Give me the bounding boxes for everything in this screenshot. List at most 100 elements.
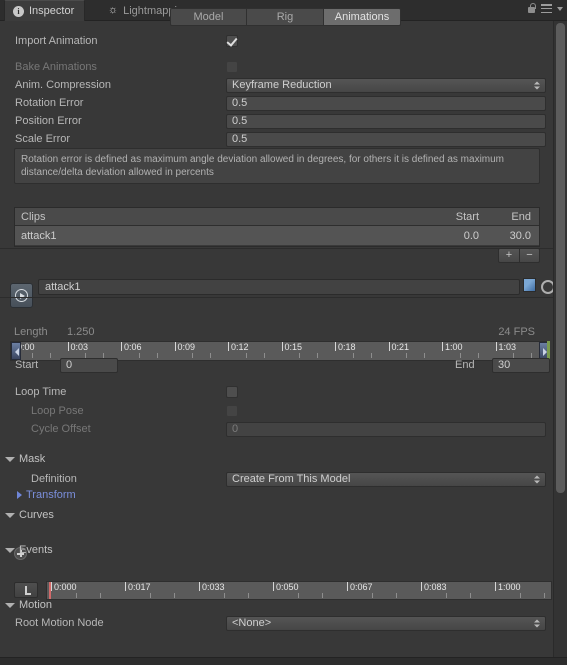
position-error-label: Position Error [15,115,82,127]
timeline-tick-label: 1:03 [498,342,517,352]
end-value: 30 [498,359,511,371]
scale-error-input[interactable]: 0.5 [226,131,546,147]
timeline-tick-label: 0:21 [391,342,410,352]
mask-title: Mask [19,453,46,465]
vertical-scrollbar[interactable] [553,21,567,665]
end-input[interactable]: 30 [492,357,550,373]
inspector-body: Import Animation Bake Animations Anim. C… [0,21,555,665]
remove-clip-button[interactable]: − [519,248,540,263]
import-animation-checkbox[interactable] [226,35,238,47]
events-tick-label: 0:033 [202,582,225,592]
root-motion-node-label: Root Motion Node [15,617,104,629]
row-cycle-offset: Cycle Offset 0 [0,420,553,438]
cycle-offset-input: 0 [226,421,546,437]
row-root-motion-node: Root Motion Node <None> [0,614,553,632]
timeline-fps-label: 24 FPS [498,326,535,338]
gear-icon[interactable] [540,279,555,294]
start-input[interactable]: 0 [60,357,118,373]
clip-start: 0.0 [463,229,479,242]
row-loop-pose: Loop Pose [0,402,553,420]
events-tick [199,582,200,591]
timeline-tick [388,342,390,351]
unity-inspector-window: i Inspector ☼ Lightmapping Model Rig Ani… [0,0,567,665]
chevron-down-icon [5,512,15,518]
timeline-tick [495,342,497,351]
events-minor-tick [149,593,151,598]
events-tick [125,582,126,591]
clips-header-start: Start [455,210,479,223]
timeline-tick [67,342,69,351]
timeline-tick-label: 0:03 [70,342,89,352]
events-minor-tick [100,593,102,598]
lock-icon[interactable] [527,3,536,14]
timeline-tick-label: 0:06 [124,342,142,352]
row-import-animation: Import Animation [0,32,553,50]
add-event-button[interactable] [14,582,38,598]
events-minor-tick [174,593,176,598]
clips-table: Clips Start End attack1 0.0 30.0 [14,207,540,247]
root-motion-node-value: <None> [232,617,272,629]
window-bottom-strip [0,657,567,665]
timeline-tick [174,342,176,351]
position-error-input[interactable]: 0.5 [226,113,546,129]
start-value: 0 [66,359,73,371]
position-error-value: 0.5 [232,115,248,127]
events-tick [51,582,52,591]
clips-add-remove-group: + − [498,248,540,263]
chevron-down-icon[interactable] [557,6,563,11]
events-minor-tick [470,593,472,598]
anim-compression-label: Anim. Compression [15,79,111,91]
events-minor-tick [371,593,373,598]
clip-name-value: attack1 [45,281,81,293]
anim-compression-dropdown[interactable]: Keyframe Reduction [226,77,546,93]
add-clip-button[interactable]: + [498,248,519,263]
row-bake-animations: Bake Animations [0,58,553,76]
clip-name-input[interactable]: attack1 [38,279,520,295]
rotation-error-input[interactable]: 0.5 [226,95,546,111]
events-tick-label: 0:017 [128,582,151,592]
events-tick-label: 0:050 [276,582,299,592]
events-minor-tick [519,593,521,598]
events-ruler[interactable]: 0:000 0:017 0:033 0:050 0:067 0:083 1:000 [46,581,552,600]
events-title: Events [19,544,53,556]
add-event-icon [25,585,30,595]
mask-definition-value: Create From This Model [232,473,351,485]
row-position-error: Position Error 0.5 [0,112,553,130]
foldout-events[interactable]: Events [5,544,53,556]
timeline-tick-label: 1:00 [445,342,463,352]
avatar-mask-icon[interactable] [523,278,536,292]
events-minor-tick [248,593,250,598]
hamburger-menu-icon[interactable] [541,4,552,13]
bake-animations-checkbox [226,61,238,73]
loop-pose-label: Loop Pose [31,405,84,417]
events-minor-tick [396,593,398,598]
foldout-mask[interactable]: Mask [5,453,45,465]
cycle-offset-value: 0 [232,423,239,435]
end-label: End [455,359,475,371]
events-minor-tick [223,593,225,598]
timeline-length-label: Length [14,326,48,338]
foldout-curves[interactable]: Curves [5,509,54,521]
chevron-down-icon [5,547,15,553]
scrollbar-thumb[interactable] [556,23,565,493]
rotation-error-label: Rotation Error [15,97,84,109]
root-motion-node-dropdown[interactable]: <None> [226,615,546,631]
foldout-motion[interactable]: Motion [5,599,52,611]
clips-table-header: Clips Start End [15,208,539,226]
play-icon [15,289,28,302]
mask-definition-dropdown[interactable]: Create From This Model [226,471,546,487]
foldout-transform[interactable]: Transform [17,489,76,501]
loop-time-checkbox[interactable] [226,386,238,398]
table-row[interactable]: attack1 0.0 30.0 [15,226,539,245]
timeline-tick [335,342,336,351]
tab-inspector[interactable]: i Inspector [4,0,86,21]
events-minor-tick [445,593,447,598]
mask-definition-label: Definition [31,473,77,485]
row-scale-error: Scale Error 0.5 [0,130,553,148]
cycle-offset-label: Cycle Offset [31,423,91,435]
events-tick-label: 1:000 [498,582,521,592]
events-tick [347,582,348,591]
events-tick [495,582,496,591]
clips-header-name: Clips [21,210,46,223]
preview-play-button[interactable] [10,283,33,308]
